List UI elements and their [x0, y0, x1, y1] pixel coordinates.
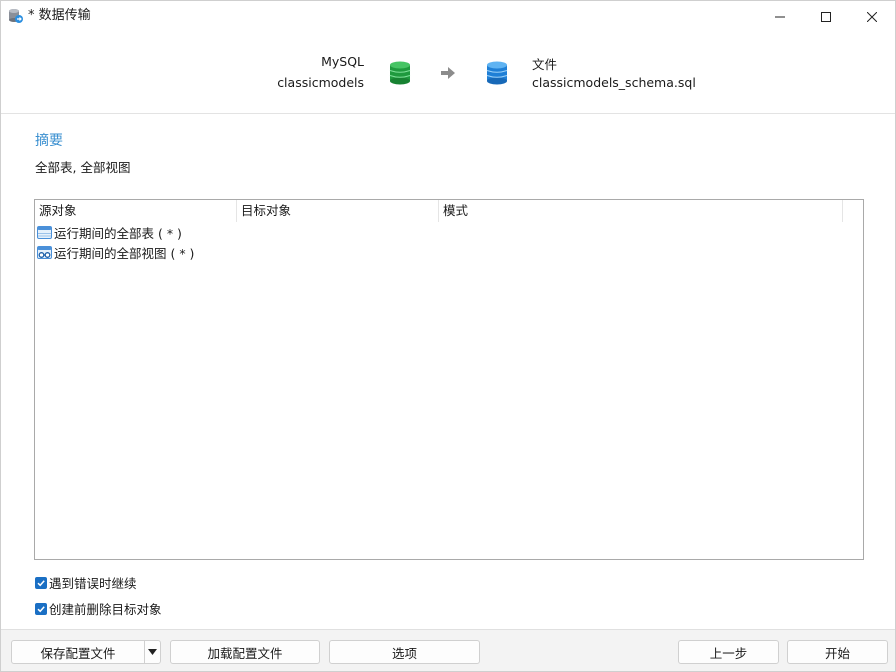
table-icon [37, 225, 52, 240]
source-name: classicmodels [277, 75, 364, 90]
target-database-icon [486, 61, 508, 85]
data-transfer-app-icon [8, 8, 24, 24]
column-header-source[interactable]: 源对象 [35, 200, 237, 222]
continue-on-error-option[interactable]: 遇到错误时继续 [35, 573, 137, 592]
summary-heading: 摘要 [35, 133, 63, 149]
transfer-overview: MySQL classicmodels 文件 classicmodels_sch… [1, 32, 895, 114]
objects-table[interactable]: 源对象 目标对象 模式 运行期间的全部表 ( * ) 运行期间的全部视图 (*… [34, 199, 864, 560]
column-header-target[interactable]: 目标对象 [237, 200, 439, 222]
bottom-button-bar: 保存配置文件 加载配置文件 选项 上一步 开始 [1, 629, 895, 671]
save-profile-button[interactable]: 保存配置文件 [11, 640, 145, 664]
source-database-icon [389, 61, 411, 85]
maximize-icon [821, 11, 831, 22]
drop-before-create-checkbox[interactable] [35, 602, 47, 615]
checkmark-icon [37, 579, 45, 586]
checkmark-icon [37, 605, 45, 612]
column-header-mode[interactable]: 模式 [439, 200, 843, 222]
caret-down-icon [148, 649, 157, 655]
save-profile-dropdown-button[interactable] [144, 640, 161, 664]
close-icon [867, 11, 877, 22]
title-bar: * 数据传输 [1, 1, 895, 32]
load-profile-button[interactable]: 加载配置文件 [170, 640, 320, 664]
continue-on-error-checkbox[interactable] [35, 576, 47, 589]
drop-before-create-label: 创建前删除目标对象 [49, 602, 162, 617]
view-icon [37, 245, 52, 260]
drop-before-create-option[interactable]: 创建前删除目标对象 [35, 599, 162, 618]
row-source-label: 运行期间的全部视图 ( * ) [54, 245, 195, 261]
minimize-button[interactable] [757, 1, 803, 32]
data-transfer-window: * 数据传输 MySQL classicmodels 文件 classicmod… [0, 0, 896, 672]
target-name: classicmodels_schema.sql [532, 75, 696, 90]
continue-on-error-label: 遇到错误时继续 [49, 576, 137, 591]
window-title: * 数据传输 [28, 8, 91, 23]
summary-text: 全部表, 全部视图 [35, 160, 131, 175]
table-row[interactable]: 运行期间的全部视图 ( * ) [37, 242, 194, 262]
target-type: 文件 [532, 57, 558, 72]
close-button[interactable] [849, 1, 895, 32]
table-row[interactable]: 运行期间的全部表 ( * ) [37, 222, 182, 242]
arrow-right-icon [441, 67, 455, 79]
options-button[interactable]: 选项 [329, 640, 480, 664]
table-header: 源对象 目标对象 模式 [35, 200, 863, 222]
minimize-icon [775, 16, 785, 17]
back-button[interactable]: 上一步 [678, 640, 779, 664]
maximize-button[interactable] [803, 1, 849, 32]
source-type: MySQL [321, 54, 364, 69]
start-button[interactable]: 开始 [787, 640, 888, 664]
row-source-label: 运行期间的全部表 ( * ) [54, 225, 182, 241]
